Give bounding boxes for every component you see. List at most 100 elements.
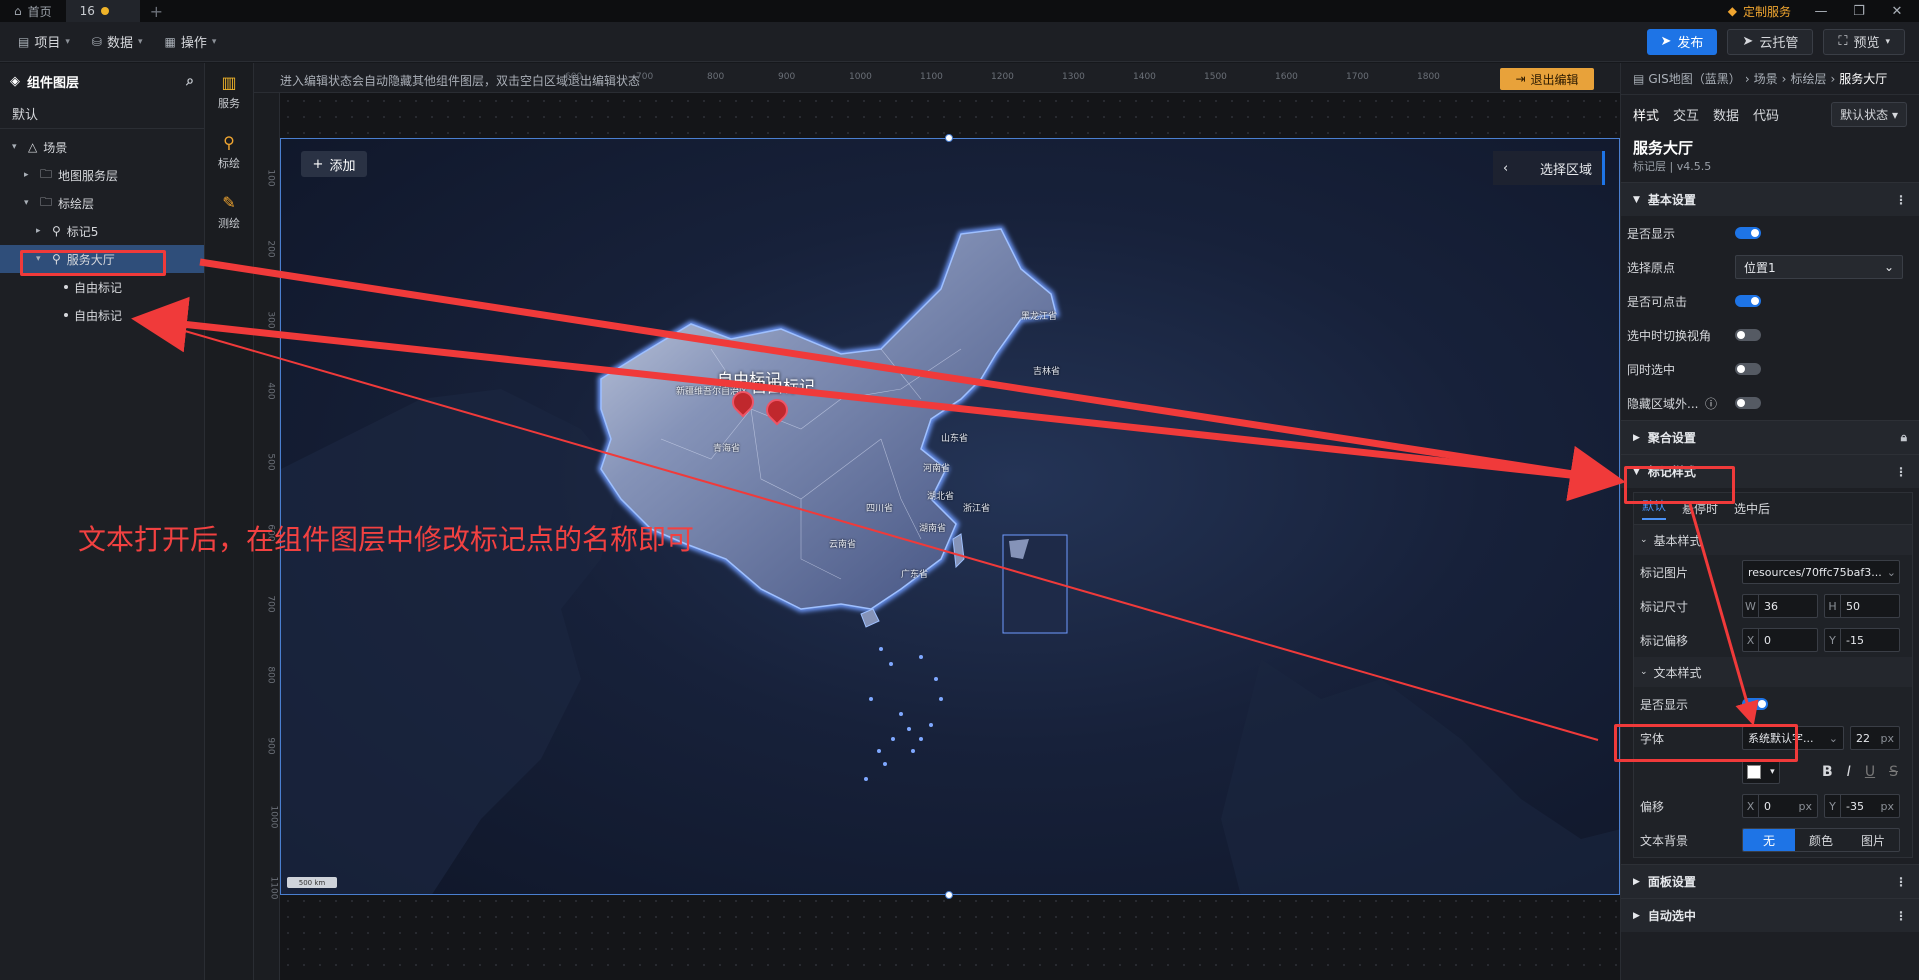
section-basic[interactable]: ▼ 基本设置 ⋮ xyxy=(1621,182,1919,216)
text-bg-none[interactable]: 无 xyxy=(1743,829,1795,851)
layer-tree-item[interactable]: ▸ ⚲ 标记5 xyxy=(0,217,204,245)
marker-offset-x-input[interactable]: X0 xyxy=(1742,628,1818,652)
tab-code[interactable]: 代码 xyxy=(1753,105,1779,124)
section-cluster[interactable]: ▶ 聚合设置 🔒︎ xyxy=(1621,420,1919,454)
font-size-input[interactable]: 22 px xyxy=(1850,726,1900,750)
section-auto-select[interactable]: ▶ 自动选中 ⋮ xyxy=(1621,898,1919,932)
marker-height-input[interactable]: H 50 xyxy=(1824,594,1900,618)
app-window: ⌂ 首页 16 + ◆ 定制服务 — ❐ ✕ ▤ 项目 ▾ ⛁ 数据 ▾ ▦ 操… xyxy=(0,0,1919,980)
text-show-toggle[interactable] xyxy=(1742,698,1768,710)
more-icon[interactable]: ⋮ xyxy=(1895,193,1907,207)
add-button[interactable]: + 添加 xyxy=(301,151,367,177)
text-color-picker[interactable]: ▾ xyxy=(1742,760,1780,784)
underline-icon[interactable]: U xyxy=(1865,764,1875,780)
resize-handle-top[interactable] xyxy=(945,134,953,142)
window-controls: ◆ 定制服务 — ❐ ✕ xyxy=(1728,3,1919,20)
section-panel[interactable]: ▶ 面板设置 ⋮ xyxy=(1621,864,1919,898)
breadcrumb-item-3[interactable]: 标绘层 xyxy=(1790,70,1826,87)
ruler-pen-icon: ✎ xyxy=(222,193,236,212)
marker-image-label: 标记图片 xyxy=(1640,565,1689,580)
bold-icon[interactable]: B xyxy=(1822,764,1833,780)
publish-label: 发布 xyxy=(1677,36,1704,51)
marker-offset-y-input[interactable]: Y -15 xyxy=(1824,628,1900,652)
folder-icon: 🗀︎ xyxy=(40,194,53,209)
text-offset-x-input[interactable]: X 0 px xyxy=(1742,794,1818,818)
basic-setting-row: 选中时切换视角 xyxy=(1621,318,1919,352)
caret-right-icon[interactable]: ▸ xyxy=(36,226,46,236)
component-subtitle: 标记层 | v4.5.5 xyxy=(1633,160,1712,173)
menu-operate[interactable]: ▦ 操作 ▾ xyxy=(157,32,225,52)
marker-offset-y-value: -15 xyxy=(1846,633,1864,647)
tab-home[interactable]: ⌂ 首页 xyxy=(0,0,66,22)
tab-style[interactable]: 样式 xyxy=(1633,105,1659,124)
state-select[interactable]: 默认状态 ▾ xyxy=(1831,101,1907,127)
breadcrumb-item-2[interactable]: 场景 xyxy=(1754,70,1778,87)
rail-measure[interactable]: ✎ 测绘 xyxy=(205,183,253,243)
highlight-box-marker-style xyxy=(1624,466,1735,504)
layer-tab-default[interactable]: 默认 xyxy=(0,99,204,129)
ruler-top-tick: 1700 xyxy=(1346,72,1369,82)
rail-service[interactable]: ▥ 服务 xyxy=(205,63,253,123)
cloud-host-button[interactable]: ➤ 云托管 xyxy=(1727,28,1814,55)
style-tab-selected[interactable]: 选中后 xyxy=(1734,500,1770,517)
strikethrough-icon[interactable]: S xyxy=(1889,764,1898,780)
offset-x-unit: px xyxy=(1798,799,1813,813)
text-bg-image[interactable]: 图片 xyxy=(1847,829,1899,851)
subsection-base-style[interactable]: ⌄ 基本样式 xyxy=(1634,525,1912,555)
rail-plot[interactable]: ⚲ 标绘 xyxy=(205,123,253,183)
text-bg-color[interactable]: 颜色 xyxy=(1795,829,1847,851)
restore-icon[interactable]: ❐ xyxy=(1851,4,1867,19)
marker-width-input[interactable]: W 36 xyxy=(1742,594,1818,618)
layer-panel-header: ◈ 组件图层 ⌕ xyxy=(0,63,204,99)
basic-setting-toggle[interactable] xyxy=(1735,329,1761,341)
lock-icon[interactable]: 🔒︎ xyxy=(1901,430,1907,445)
publish-button[interactable]: ➤ 发布 xyxy=(1646,28,1718,55)
more-icon[interactable]: ⋮ xyxy=(1895,909,1907,923)
search-icon[interactable]: ⌕ xyxy=(186,73,194,89)
marker-image-select[interactable]: resources/70ffc75baf3... ⌄ xyxy=(1742,560,1900,584)
menu-project[interactable]: ▤ 项目 ▾ xyxy=(10,32,78,52)
tab-interaction[interactable]: 交互 xyxy=(1673,105,1699,124)
custom-service-link[interactable]: ◆ 定制服务 xyxy=(1728,3,1791,20)
caret-right-icon[interactable]: ▸ xyxy=(24,170,34,180)
layer-tree-item[interactable]: ▸ 🗀︎ 地图服务层 xyxy=(0,161,204,189)
help-icon[interactable]: ⓘ xyxy=(1705,395,1727,412)
basic-setting-toggle[interactable] xyxy=(1735,363,1761,375)
exit-edit-button[interactable]: ⇥ 退出编辑 xyxy=(1500,68,1594,90)
plus-icon: + xyxy=(312,156,324,172)
origin-select[interactable]: 位置1 ⌄ xyxy=(1735,255,1903,279)
tab-project[interactable]: 16 xyxy=(65,0,140,22)
basic-setting-toggle[interactable] xyxy=(1735,227,1761,239)
tab-data[interactable]: 数据 xyxy=(1713,105,1739,124)
section-cluster-title: 聚合设置 xyxy=(1647,431,1696,445)
ruler-top-tick: 1000 xyxy=(849,72,872,82)
layer-tree-label: 地图服务层 xyxy=(58,168,119,183)
basic-setting-toggle[interactable] xyxy=(1735,295,1761,307)
resize-handle-bottom[interactable] xyxy=(945,891,953,899)
basic-setting-row: 同时选中 xyxy=(1621,352,1919,386)
more-icon[interactable]: ⋮ xyxy=(1895,465,1907,479)
minimize-icon[interactable]: — xyxy=(1813,4,1829,19)
text-offset-y-input[interactable]: Y -35 px xyxy=(1824,794,1900,818)
breadcrumb-item-1[interactable]: GIS地图（蓝黑） xyxy=(1648,70,1740,87)
close-icon[interactable]: ✕ xyxy=(1889,4,1905,19)
layer-tree-item[interactable]: 自由标记 xyxy=(0,273,204,301)
map-component[interactable]: 黑龙江省 吉林省 新疆维吾尔自治区 青海省 山东省 河南省 湖北省 四川省 浙江省 湖南省 云南省广… xyxy=(280,138,1620,895)
subsection-text-style[interactable]: ⌄ 文本样式 xyxy=(1634,657,1912,687)
bullet-icon xyxy=(64,285,68,289)
new-tab-icon[interactable]: + xyxy=(140,2,173,21)
preview-button[interactable]: ⛶ 预览 ▾ xyxy=(1823,28,1905,55)
ruler-top-tick: 700 xyxy=(636,72,654,82)
province-label: 湖南省 xyxy=(919,524,947,534)
menu-data[interactable]: ⛁ 数据 ▾ xyxy=(84,32,151,52)
more-icon[interactable]: ⋮ xyxy=(1895,875,1907,889)
select-area-button[interactable]: ‹ 选择区域 xyxy=(1493,151,1605,185)
caret-down-icon[interactable]: ▾ xyxy=(24,198,34,208)
layer-tree-item[interactable]: ▾ 🗀︎ 标绘层 xyxy=(0,189,204,217)
caret-down-icon[interactable]: ▾ xyxy=(12,142,22,152)
italic-icon[interactable]: I xyxy=(1847,764,1851,780)
basic-setting-toggle[interactable] xyxy=(1735,397,1761,409)
layer-tree-item[interactable]: ▾ △ 场景 xyxy=(0,133,204,161)
layer-tree-item[interactable]: 自由标记 xyxy=(0,301,204,329)
row-marker-image: 标记图片 resources/70ffc75baf3... ⌄ xyxy=(1634,555,1912,589)
